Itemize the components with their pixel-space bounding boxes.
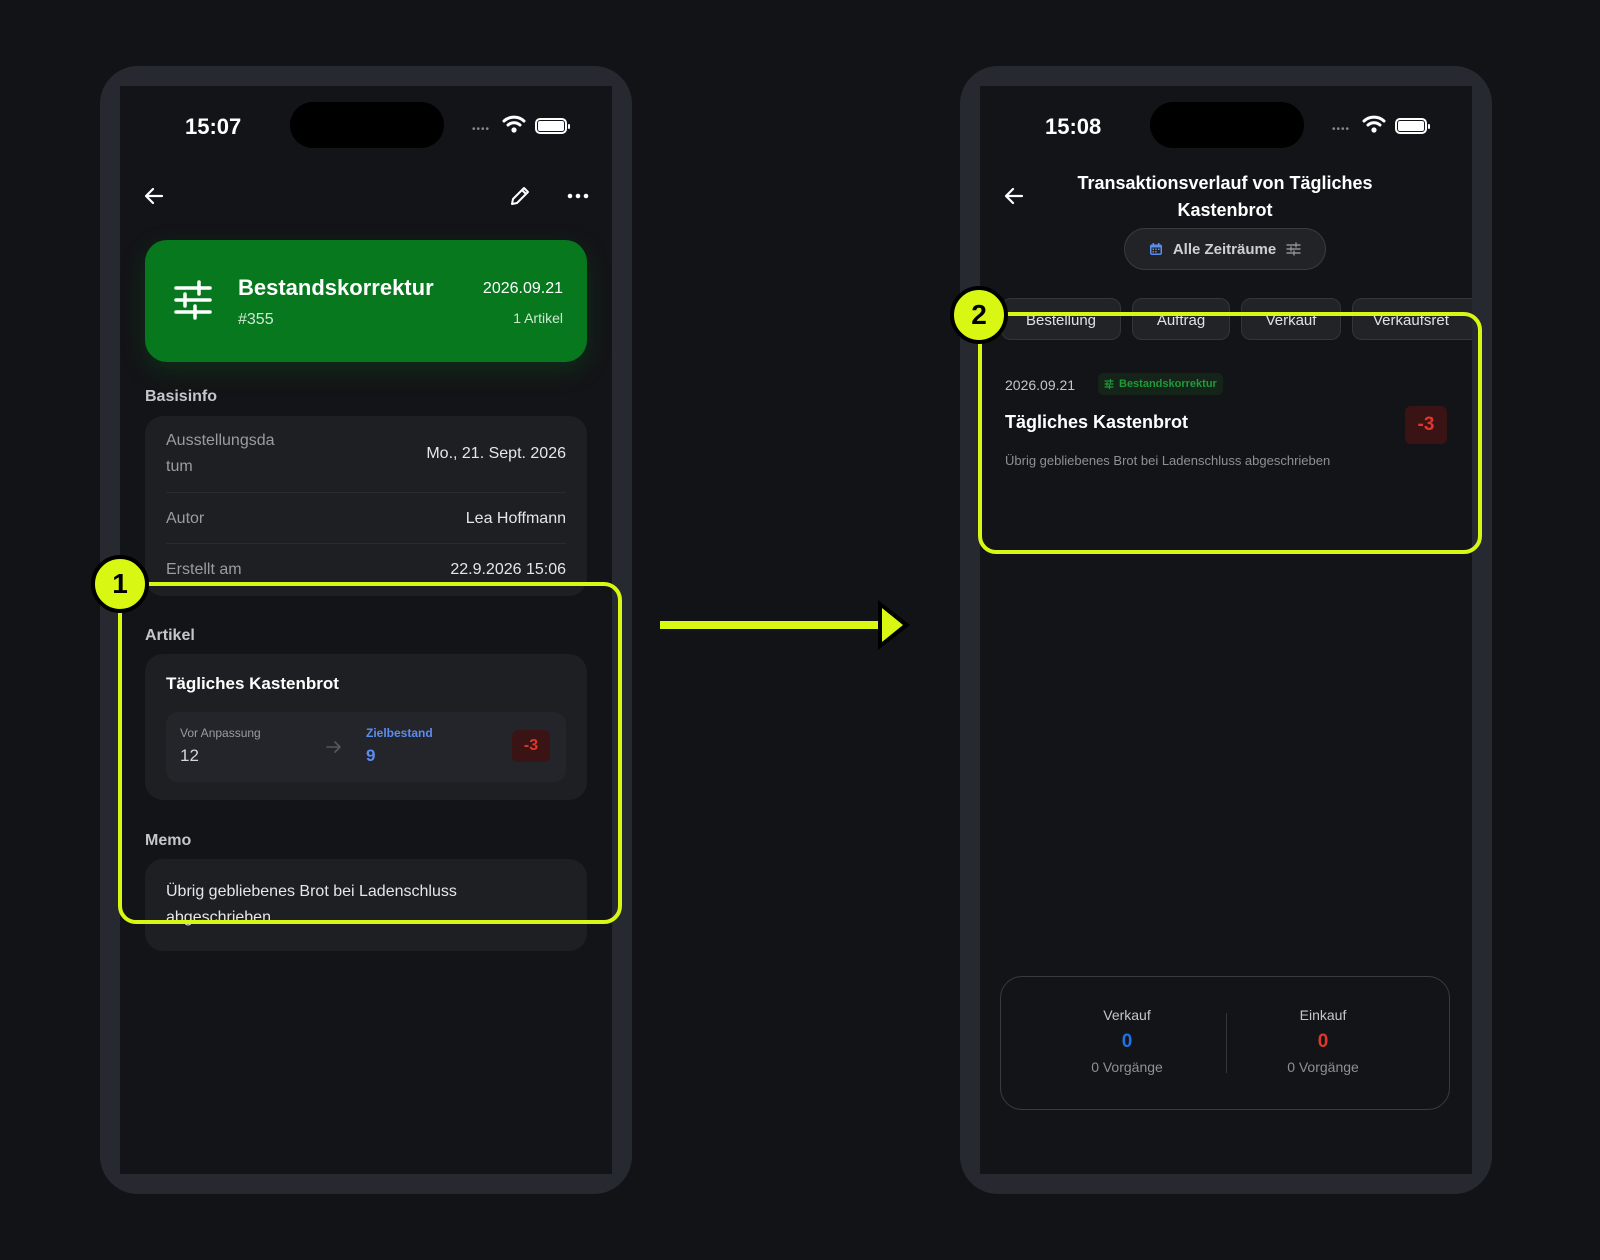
highlight-box-1 [118, 582, 622, 924]
dynamic-island [1150, 102, 1304, 148]
summary-sale-count: 0 Vorgänge [1091, 1059, 1163, 1075]
summary-card: Verkauf 0 0 Vorgänge Einkauf 0 0 Vorgäng… [1000, 976, 1450, 1110]
back-button[interactable] [996, 178, 1032, 214]
transaction-history-screen: 15:08 •••• Transaktionsverlauf von Tägli… [980, 86, 1472, 1174]
step-badge-2: 2 [950, 286, 1008, 344]
status-time: 15:08 [1045, 114, 1102, 139]
step-badge-1: 1 [91, 555, 149, 613]
edit-button[interactable] [502, 178, 538, 214]
more-dots-icon [567, 193, 589, 199]
back-button[interactable] [136, 178, 172, 214]
summary-purchase-value: 0 [1317, 1031, 1329, 1052]
info-value: 22.9.2026 15:06 [450, 561, 566, 578]
wifi-icon [1362, 115, 1386, 133]
summary-sale-label: Verkauf [1103, 1007, 1151, 1023]
info-key: Autor [166, 510, 205, 527]
arrow-left-icon [1004, 187, 1024, 205]
document-type-title: Bestandskorrektur [238, 275, 434, 300]
info-row-issue-date: Ausstellungsda tum Mo., 21. Sept. 2026 [166, 428, 566, 480]
page-title: Transaktionsverlauf von Tägliches Kastenb… [1077, 173, 1373, 220]
battery-icon [1395, 118, 1430, 134]
info-key: Erstellt am [166, 561, 242, 578]
pencil-icon [511, 187, 529, 205]
info-value: Lea Hoffmann [465, 510, 566, 527]
document-header-card: Bestandskorrektur #355 2026.09.21 1 Arti… [145, 240, 587, 362]
wifi-icon [502, 115, 526, 133]
sliders-icon [174, 280, 212, 320]
summary-divider [1226, 1013, 1227, 1073]
divider [166, 492, 566, 493]
calendar-icon [1149, 243, 1162, 255]
transition-arrow-icon [660, 600, 910, 650]
info-row-author: Autor Lea Hoffmann [166, 506, 566, 532]
document-date: 2026.09.21 [482, 280, 563, 297]
divider [166, 543, 566, 544]
summary-purchase-label: Einkauf [1299, 1007, 1347, 1023]
summary-purchase-count: 0 Vorgänge [1287, 1059, 1359, 1075]
phone-frame-right: 15:08 •••• Transaktionsverlauf von Tägli… [960, 66, 1492, 1194]
document-number: #355 [238, 311, 274, 328]
basic-info-card: Ausstellungsda tum Mo., 21. Sept. 2026 Au… [145, 416, 587, 596]
highlight-box-2 [978, 312, 1482, 554]
summary-purchase: Einkauf 0 0 Vorgänge [1243, 1007, 1403, 1075]
filter-sliders-icon [1286, 242, 1301, 256]
cellular-signal-icon: •••• [1332, 124, 1351, 135]
dynamic-island [290, 102, 444, 148]
more-button[interactable] [560, 178, 596, 214]
info-row-created: Erstellt am 22.9.2026 15:06 [166, 557, 566, 583]
cellular-signal-icon: •••• [472, 124, 491, 135]
period-label: Alle Zeiträume [1172, 240, 1277, 258]
basic-info-label: Basisinfo [145, 388, 218, 405]
battery-icon [535, 118, 570, 134]
info-key: Ausstellungsda tum [166, 432, 275, 475]
summary-sale-value: 0 [1121, 1031, 1133, 1052]
status-bar: 15:08 •••• [980, 86, 1472, 166]
item-count: 1 Artikel [513, 310, 563, 326]
period-filter-button[interactable]: Alle Zeiträume [1124, 228, 1326, 270]
info-value: Mo., 21. Sept. 2026 [426, 445, 566, 462]
status-bar: 15:07 •••• [120, 86, 612, 166]
summary-sale: Verkauf 0 0 Vorgänge [1047, 1007, 1207, 1075]
status-time: 15:07 [185, 114, 242, 139]
arrow-left-icon [144, 187, 164, 205]
